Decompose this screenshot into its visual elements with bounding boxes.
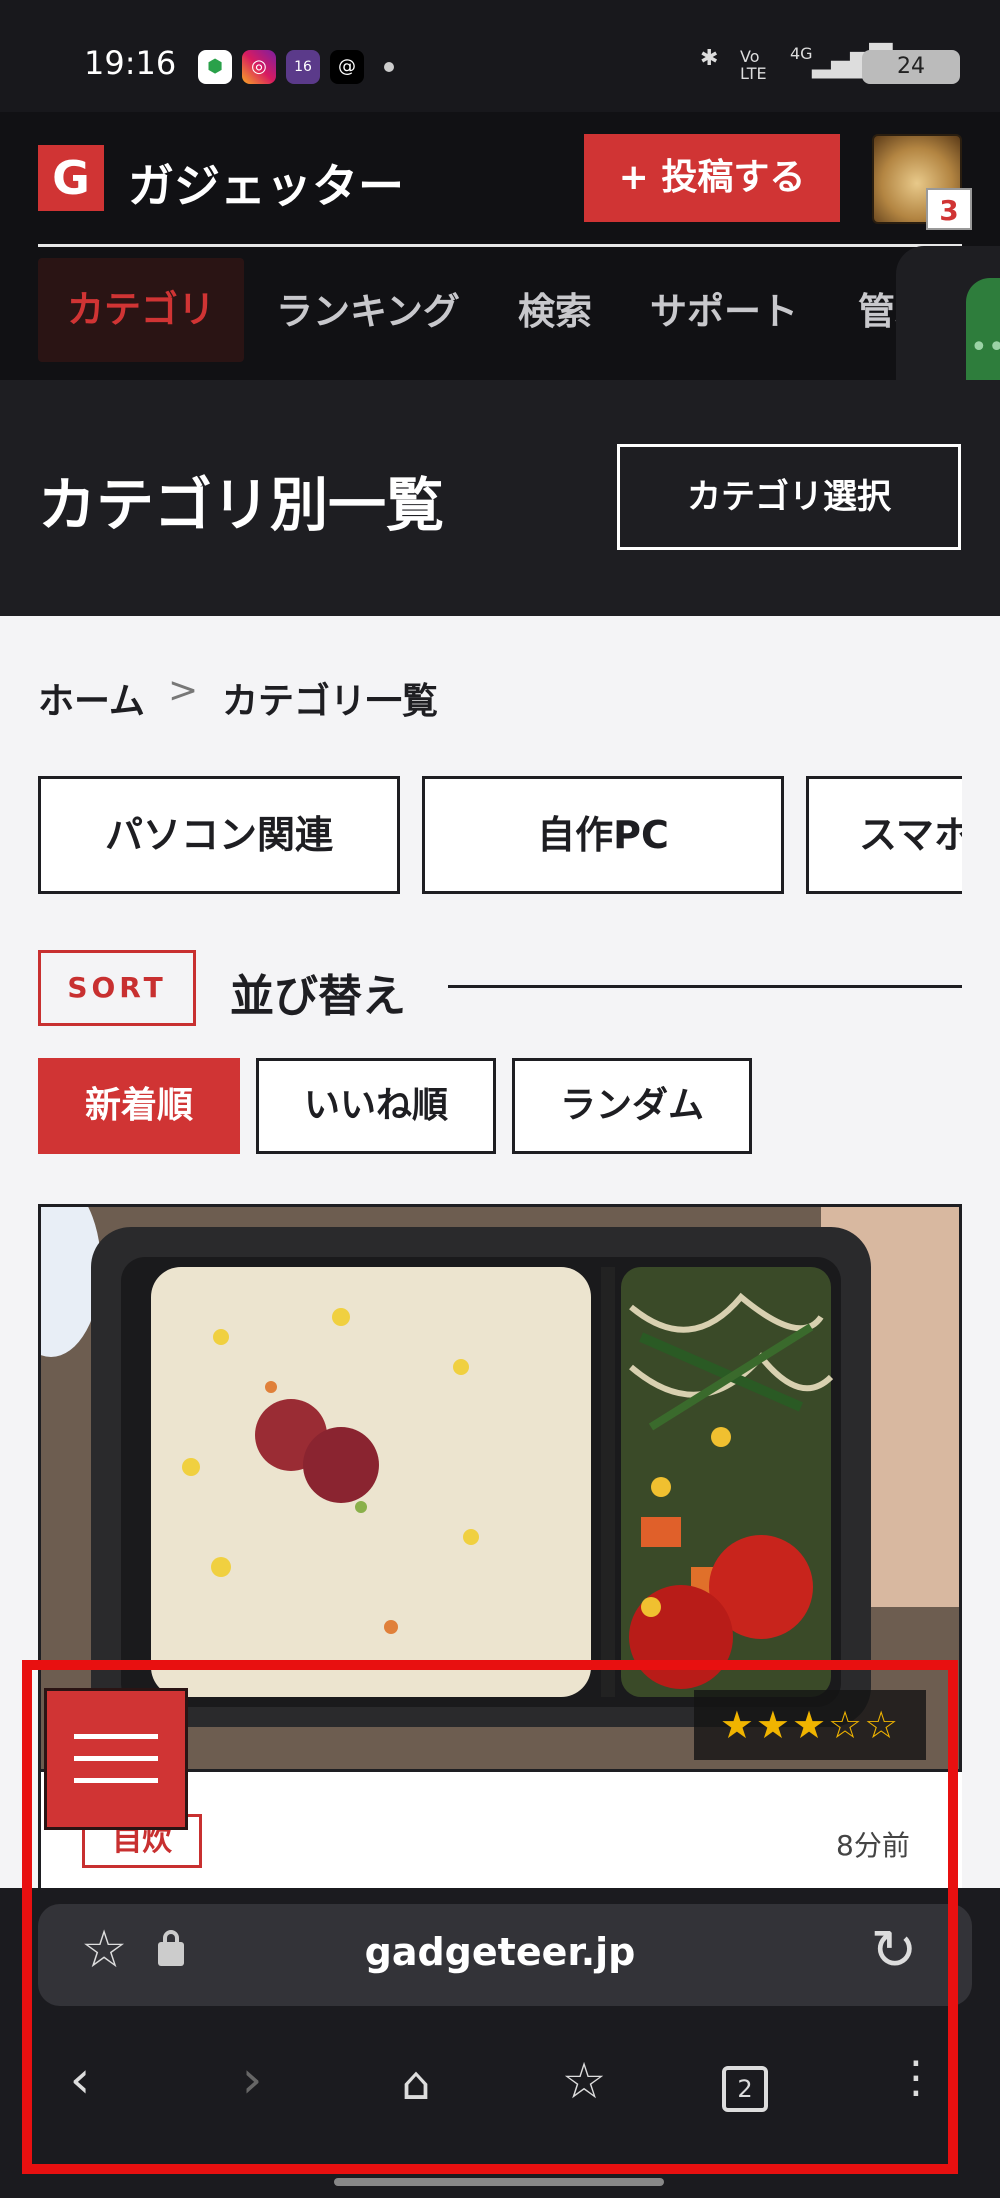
calendar-icon: 16 xyxy=(286,50,320,84)
category-chip[interactable]: スマホ xyxy=(806,776,962,894)
tab-category[interactable]: カテゴリ xyxy=(38,258,244,362)
sort-newest-button[interactable]: 新着順 xyxy=(38,1058,240,1154)
category-select-button[interactable]: カテゴリ選択 xyxy=(617,444,961,550)
status-time: 19:16 xyxy=(84,44,177,82)
header-divider xyxy=(38,244,962,247)
category-chip[interactable]: パソコン関連 xyxy=(38,776,400,894)
post-button[interactable]: + 投稿する xyxy=(584,134,840,222)
sort-random-button[interactable]: ランダム xyxy=(512,1058,752,1154)
tab-search[interactable]: 検索 xyxy=(518,262,592,362)
shield-app-icon: ⬢ xyxy=(198,50,232,84)
category-chip-row[interactable]: パソコン関連 自作PC スマホ xyxy=(38,776,962,894)
site-name[interactable]: ガジェッター xyxy=(128,150,404,216)
page-title: カテゴリ別一覧 xyxy=(38,471,445,539)
tab-support[interactable]: サポート xyxy=(650,262,798,362)
battery-indicator: 24 xyxy=(862,50,960,84)
tab-ranking[interactable]: ランキング xyxy=(276,262,460,362)
breadcrumb-home[interactable]: ホーム xyxy=(38,672,145,724)
notification-dot-icon xyxy=(384,62,394,72)
sort-likes-button[interactable]: いいね順 xyxy=(256,1058,496,1154)
threads-icon: @ xyxy=(330,50,364,84)
bluetooth-icon: ✱ xyxy=(700,46,719,71)
notification-badge[interactable]: 3 xyxy=(926,188,972,230)
status-bar: 19:16 ⬢ ◎ 16 @ ✱ Vo LTE 4G ▂▄▆█ 24 xyxy=(0,0,1000,112)
site-logo-icon[interactable]: G xyxy=(38,145,104,211)
sort-divider xyxy=(448,985,962,988)
home-indicator xyxy=(334,2178,664,2186)
breadcrumb-current: カテゴリ一覧 xyxy=(222,681,439,722)
volte-label: Vo LTE xyxy=(740,47,767,83)
instagram-icon: ◎ xyxy=(242,50,276,84)
sort-label: 並び替え xyxy=(230,971,406,1022)
more-dots-icon: •• xyxy=(970,330,1000,365)
breadcrumb-separator: > xyxy=(168,670,199,711)
sort-tag: SORT xyxy=(38,950,196,1026)
network-label: 4G xyxy=(790,44,813,63)
highlight-box xyxy=(22,1660,958,2174)
category-chip[interactable]: 自作PC xyxy=(422,776,784,894)
